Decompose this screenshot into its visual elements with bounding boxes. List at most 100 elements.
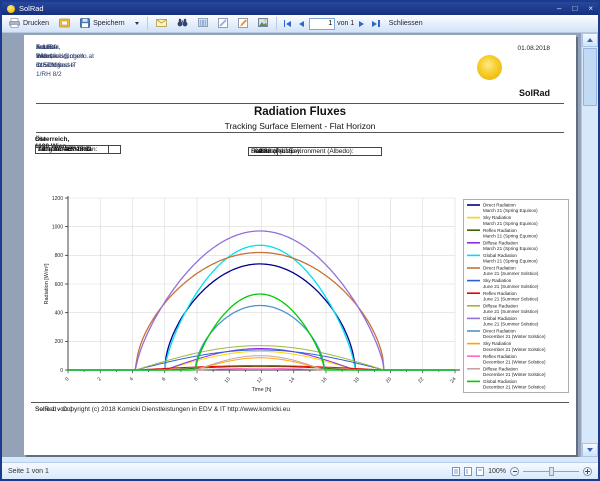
divider bbox=[36, 103, 564, 104]
print-icon bbox=[9, 18, 20, 30]
legend-series-name: Direct Radiation bbox=[483, 266, 516, 271]
last-page-button[interactable] bbox=[369, 16, 383, 31]
columns-button[interactable] bbox=[194, 16, 212, 31]
svg-text:0: 0 bbox=[60, 368, 63, 374]
footer-page-number: Seite 1 von 1 bbox=[35, 406, 73, 413]
report-title: Radiation Fluxes bbox=[24, 106, 576, 118]
status-bar: Seite 1 von 1 100% bbox=[2, 457, 598, 479]
legend-series-name: Diffuse Radiation bbox=[483, 366, 518, 371]
legend-series-name: Sky Radiation bbox=[483, 215, 512, 220]
watermark-button[interactable] bbox=[214, 16, 232, 31]
vertical-scrollbar[interactable] bbox=[581, 33, 598, 457]
save-label: Speichern bbox=[93, 20, 125, 27]
background-icon bbox=[258, 18, 268, 29]
first-page-button[interactable] bbox=[281, 16, 295, 31]
close-preview-button[interactable]: Schliessen bbox=[385, 16, 427, 31]
report-date: 01.08.2018 bbox=[517, 45, 550, 52]
legend-series-day: December 21 (Winter Solstice) bbox=[483, 334, 546, 339]
svg-text:16: 16 bbox=[320, 376, 328, 384]
zoom-controls: 100% bbox=[452, 467, 592, 476]
zoom-out-button[interactable] bbox=[510, 467, 519, 476]
svg-text:Time [h]: Time [h] bbox=[252, 387, 272, 393]
last-page-icon bbox=[372, 21, 377, 27]
legend-series-day: December 21 (Winter Solstice) bbox=[483, 359, 546, 364]
prev-page-button[interactable] bbox=[296, 16, 307, 31]
save-options-dropdown[interactable] bbox=[131, 16, 143, 31]
svg-text:400: 400 bbox=[55, 310, 64, 316]
next-page-button[interactable] bbox=[356, 16, 367, 31]
company-line: email: mkomicki@chello.at bbox=[36, 43, 94, 61]
svg-text:8: 8 bbox=[193, 376, 200, 382]
legend-series-name: Global Radiation bbox=[483, 253, 517, 258]
legend-series-name: Reflex Radiation bbox=[483, 291, 517, 296]
print-button[interactable]: Drucken bbox=[5, 16, 53, 31]
preview-area: Komicki, Dienstleistungen in EDV und ITA… bbox=[2, 33, 598, 457]
save-button[interactable]: Speichern bbox=[76, 16, 129, 31]
footer-copyright: SolRad - Copyright (c) 2018 Komicki Dien… bbox=[35, 406, 290, 413]
edit-button[interactable] bbox=[234, 16, 252, 31]
scrollbar-thumb[interactable] bbox=[583, 48, 597, 106]
minimize-button[interactable]: – bbox=[557, 5, 561, 13]
zoom-level-label: 100% bbox=[488, 468, 506, 475]
legend-series-day: June 21 (Summer Solstice) bbox=[483, 296, 539, 301]
zoom-in-button[interactable] bbox=[583, 467, 592, 476]
first-page-icon bbox=[286, 21, 291, 27]
svg-text:14: 14 bbox=[288, 376, 296, 384]
svg-text:Radiation [W/m²]: Radiation [W/m²] bbox=[44, 263, 50, 304]
svg-text:1200: 1200 bbox=[52, 196, 63, 202]
legend-series-name: Reflex Radiation bbox=[483, 354, 517, 359]
last-page-icon bbox=[378, 20, 380, 27]
zoom-slider[interactable] bbox=[523, 471, 579, 472]
svg-text:600: 600 bbox=[55, 282, 64, 288]
svg-text:1000: 1000 bbox=[52, 224, 63, 230]
page-setup-button[interactable] bbox=[55, 16, 74, 31]
zoom-slider-thumb[interactable] bbox=[549, 467, 554, 476]
mail-button[interactable] bbox=[152, 16, 171, 31]
close-preview-label: Schliessen bbox=[389, 20, 423, 27]
svg-text:200: 200 bbox=[55, 339, 64, 345]
svg-text:18: 18 bbox=[353, 376, 361, 384]
status-row: Seite 1 von 1 100% bbox=[2, 463, 598, 479]
status-page-label: Seite 1 von 1 bbox=[8, 468, 49, 475]
svg-text:2: 2 bbox=[96, 376, 103, 382]
maximize-button[interactable]: □ bbox=[572, 5, 577, 13]
legend-series-name: Reflex Radiation bbox=[483, 228, 517, 233]
close-window-button[interactable]: × bbox=[588, 5, 593, 13]
legend-series-name: Direct Radiation bbox=[483, 203, 516, 208]
background-button[interactable] bbox=[254, 16, 272, 31]
toolbar: Drucken Speichern v bbox=[2, 15, 598, 33]
legend-series-day: March 21 (Spring Equinox) bbox=[483, 221, 538, 226]
legend-series-day: June 21 (Summer Solstice) bbox=[483, 284, 539, 289]
view-single-page-icon[interactable] bbox=[452, 467, 460, 476]
scroll-up-button[interactable] bbox=[582, 33, 598, 47]
arrow-down-icon bbox=[587, 448, 593, 452]
svg-text:6: 6 bbox=[161, 376, 168, 382]
svg-text:10: 10 bbox=[224, 376, 232, 384]
view-facing-pages-icon[interactable] bbox=[464, 467, 472, 476]
legend-series-name: Diffuse Radiation bbox=[483, 240, 518, 245]
zoom-in-icon bbox=[585, 469, 590, 474]
legend-series-day: June 21 (Summer Solstice) bbox=[483, 322, 539, 327]
legend-series-name: Direct Radiation bbox=[483, 329, 516, 334]
print-label: Drucken bbox=[23, 20, 49, 27]
find-button[interactable] bbox=[173, 16, 192, 31]
prev-page-icon bbox=[299, 21, 304, 27]
first-page-icon bbox=[284, 20, 286, 27]
save-icon bbox=[80, 18, 90, 30]
row-value: 15° 0' O bbox=[35, 145, 121, 154]
save-dropdown-icon bbox=[135, 22, 139, 25]
legend-series-day: December 21 (Winter Solstice) bbox=[483, 347, 546, 352]
view-page-width-icon[interactable] bbox=[476, 467, 484, 476]
page-total-label: von 1 bbox=[337, 20, 354, 27]
watermark-icon bbox=[218, 18, 228, 30]
zoom-out-icon bbox=[513, 471, 517, 472]
mail-icon bbox=[156, 19, 167, 29]
scroll-down-button[interactable] bbox=[582, 443, 598, 457]
report-page: Komicki, Dienstleistungen in EDV und ITA… bbox=[24, 35, 576, 455]
window-title: SolRad bbox=[19, 4, 44, 13]
find-icon bbox=[177, 18, 188, 29]
sun-logo-icon bbox=[477, 55, 502, 80]
arrow-up-icon bbox=[587, 38, 593, 42]
page-number-input[interactable] bbox=[309, 18, 335, 30]
columns-icon bbox=[198, 18, 208, 29]
